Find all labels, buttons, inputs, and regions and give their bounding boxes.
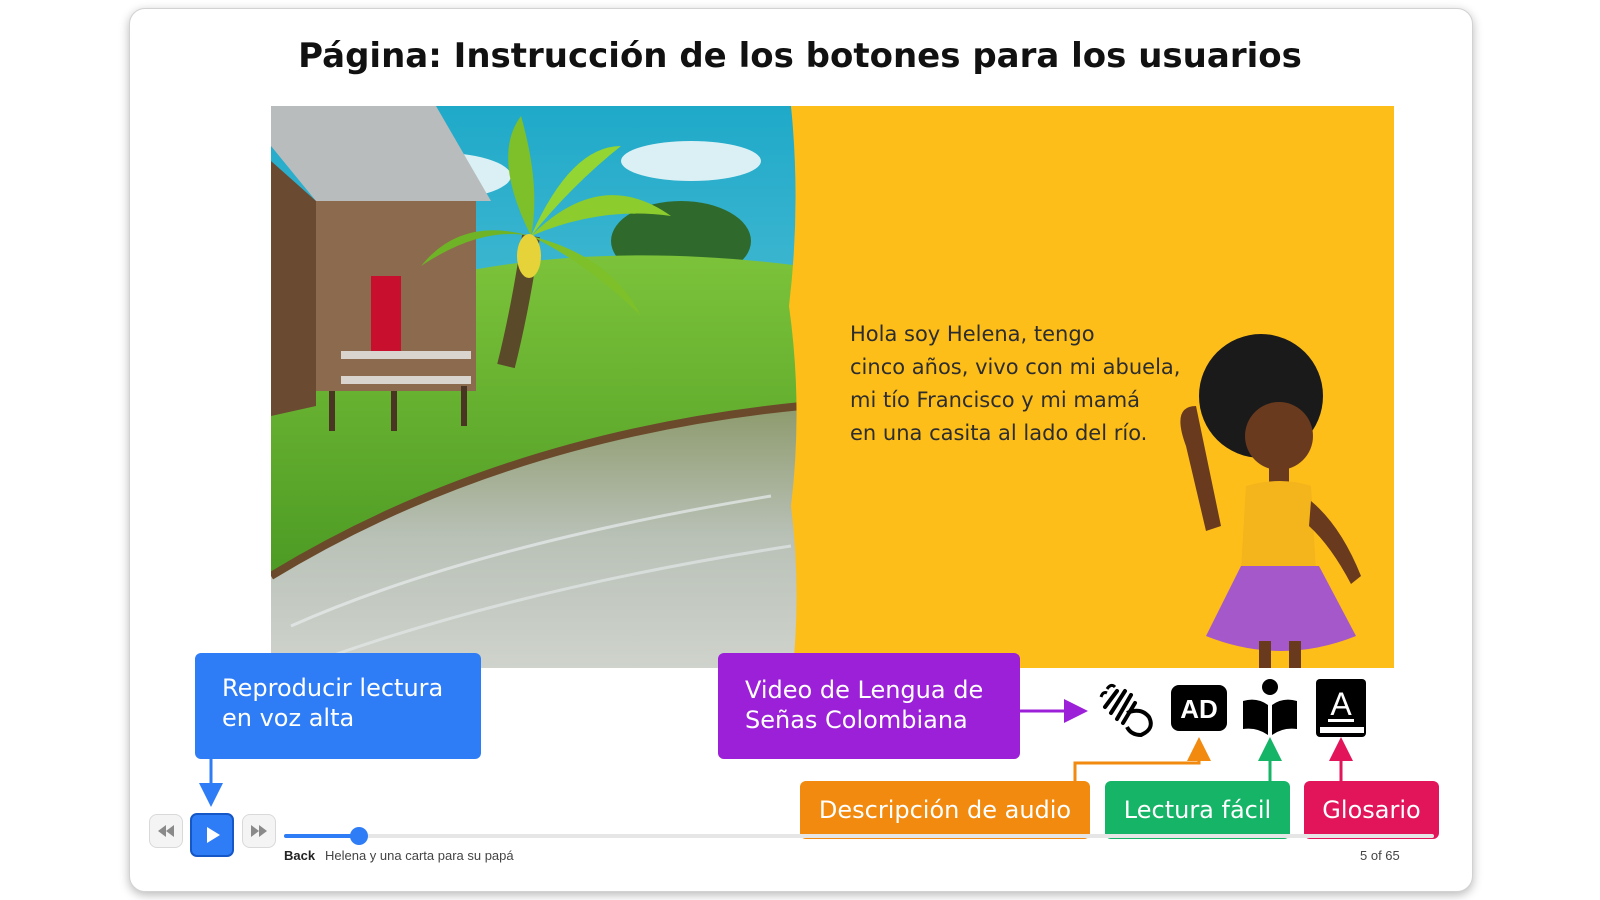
- fast-forward-icon: [251, 825, 267, 837]
- story-text: Hola soy Helena, tengo cinco años, vivo …: [850, 318, 1210, 450]
- play-icon: [207, 827, 220, 843]
- read-aloud-callout-line: Reproducir lectura: [222, 674, 444, 702]
- story-line: Hola soy Helena, tengo: [850, 322, 1095, 346]
- progress-bar[interactable]: [284, 827, 1434, 845]
- play-button[interactable]: [190, 813, 234, 857]
- easy-reading-callout: Lectura fácil: [1105, 781, 1290, 839]
- sign-language-callout-line: Señas Colombiana: [745, 706, 968, 734]
- audio-description-callout: Descripción de audio: [800, 781, 1090, 839]
- page-counter: 5 of 65: [1360, 848, 1400, 863]
- page-title: Página: Instrucción de los botones para …: [298, 36, 1302, 76]
- read-aloud-callout-line: en voz alta: [222, 704, 355, 732]
- progress-fill: [284, 834, 359, 838]
- sign-language-callout-line: Video de Lengua de: [745, 676, 984, 704]
- progress-thumb[interactable]: [349, 827, 368, 845]
- story-line: cinco años, vivo con mi abuela,: [850, 355, 1181, 379]
- glossary-callout: Glosario: [1304, 781, 1439, 839]
- sign-language-callout: Video de Lengua de Señas Colombiana: [718, 653, 1020, 759]
- read-aloud-callout: Reproducir lectura en voz alta: [195, 653, 481, 759]
- easy-reading-icon[interactable]: [1239, 677, 1301, 739]
- back-link[interactable]: Back: [284, 848, 315, 863]
- fast-forward-button[interactable]: [242, 814, 276, 848]
- sign-language-icon[interactable]: [1097, 677, 1159, 739]
- rewind-icon: [158, 825, 174, 837]
- glossary-icon[interactable]: A: [1310, 677, 1372, 739]
- book-title: Helena y una carta para su papá: [325, 848, 514, 863]
- ad-label: AD: [1180, 694, 1218, 724]
- book-page-illustration: [271, 106, 1394, 668]
- story-line: en una casita al lado del río.: [850, 421, 1148, 445]
- audio-description-icon[interactable]: AD: [1168, 677, 1230, 739]
- story-line: mi tío Francisco y mi mamá: [850, 388, 1141, 412]
- rewind-button[interactable]: [149, 814, 183, 848]
- glossary-letter: A: [1330, 686, 1352, 722]
